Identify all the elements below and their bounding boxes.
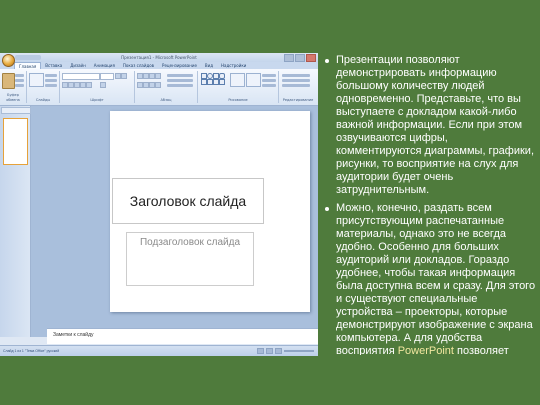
status-text: Слайд 1 из 1 "Тема Office" русский <box>3 349 60 353</box>
status-bar: Слайд 1 из 1 "Тема Office" русский <box>0 345 318 356</box>
font-name-box[interactable] <box>62 73 100 80</box>
editing-group: Редактирование <box>279 71 317 103</box>
pane-tabs[interactable] <box>1 107 31 114</box>
bullet-icon <box>325 59 329 63</box>
slide-subtitle: Подзаголовок слайда <box>139 237 241 248</box>
group-label: Редактирование <box>282 98 314 102</box>
powerpoint-highlight: PowerPoint <box>397 345 454 355</box>
tab-view[interactable]: Вид <box>201 62 217 69</box>
font-color-icon[interactable] <box>100 82 106 88</box>
bullet-icon <box>325 207 329 211</box>
window-title: Презентация1 - Microsoft PowerPoint <box>121 55 197 60</box>
quick-access-toolbar[interactable] <box>15 55 41 60</box>
window-title-bar: Презентация1 - Microsoft PowerPoint <box>0 53 318 62</box>
paste-icon[interactable] <box>2 73 15 89</box>
slides-pane <box>0 106 31 337</box>
group-label: Шрифт <box>90 98 104 102</box>
close-button[interactable] <box>306 54 316 62</box>
tab-review[interactable]: Рецензирование <box>158 62 201 69</box>
cut-icon[interactable] <box>15 74 24 77</box>
ribbon-tabs: Главная Вставка Дизайн Анимация Показ сл… <box>0 62 318 69</box>
zoom-slider[interactable] <box>284 350 314 352</box>
reset-button[interactable] <box>45 79 57 82</box>
tab-insert[interactable]: Вставка <box>41 62 66 69</box>
quick-styles-icon[interactable] <box>246 73 261 87</box>
copy-icon[interactable] <box>15 79 24 82</box>
tab-slideshow[interactable]: Показ слайдов <box>119 62 158 69</box>
tab-design[interactable]: Дизайн <box>66 62 90 69</box>
arrange-icon[interactable] <box>230 73 245 87</box>
shrink-font-icon[interactable] <box>121 73 127 79</box>
format-painter-icon[interactable] <box>15 84 24 87</box>
bullet-paragraph-1: Презентации позволяют демонстрировать ин… <box>322 54 536 197</box>
clipboard-group: Буфер обмена <box>0 71 27 103</box>
slides-group: Слайды <box>27 71 60 103</box>
tab-animation[interactable]: Анимация <box>90 62 119 69</box>
slide-thumbnail-1[interactable] <box>3 118 28 165</box>
shape-effects-button[interactable] <box>262 84 276 87</box>
shape-outline-button[interactable] <box>262 79 276 82</box>
notes-placeholder: Заметки к слайду <box>53 332 94 338</box>
text-direction-button[interactable] <box>167 74 193 77</box>
group-label: Слайды <box>35 98 51 102</box>
tab-addins[interactable]: Надстройки <box>217 62 250 69</box>
group-label: Абзац <box>160 98 172 102</box>
slideshow-view-icon[interactable] <box>275 348 282 354</box>
replace-button[interactable] <box>282 79 310 82</box>
shape-fill-button[interactable] <box>262 74 276 77</box>
group-label: Рисование <box>228 98 248 102</box>
shape-callout-icon[interactable] <box>219 79 225 85</box>
paragraph-1-text: Презентации позволяют демонстрировать ин… <box>336 54 535 196</box>
window-controls <box>284 54 316 62</box>
notes-pane[interactable]: Заметки к слайду <box>47 328 318 344</box>
view-controls <box>257 348 314 354</box>
paragraph-group: Абзац <box>135 71 198 103</box>
font-group: Шрифт <box>60 71 135 103</box>
bullet-paragraph-2: Можно, конечно, раздать всем присутствую… <box>322 202 536 355</box>
paragraph-2-start: Можно, конечно, раздать всем присутствую… <box>336 202 536 355</box>
smartart-button[interactable] <box>167 84 193 87</box>
layout-button[interactable] <box>45 74 57 77</box>
shadow-icon[interactable] <box>86 82 92 88</box>
font-size-box[interactable] <box>100 73 114 80</box>
normal-view-icon[interactable] <box>257 348 264 354</box>
slide-title-placeholder[interactable]: Заголовок слайда <box>112 178 264 224</box>
align-text-button[interactable] <box>167 79 193 82</box>
maximize-button[interactable] <box>295 54 305 62</box>
new-slide-icon[interactable] <box>29 73 44 87</box>
delete-slide-button[interactable] <box>45 84 57 87</box>
office-button[interactable] <box>2 54 15 67</box>
find-button[interactable] <box>282 74 310 77</box>
justify-icon[interactable] <box>155 82 161 88</box>
minimize-button[interactable] <box>284 54 294 62</box>
sorter-view-icon[interactable] <box>266 348 273 354</box>
tab-home[interactable]: Главная <box>14 62 42 69</box>
group-label: Буфер обмена <box>6 93 20 102</box>
drawing-group: Рисование <box>198 71 279 103</box>
slide-subtitle-placeholder[interactable]: Подзаголовок слайда <box>126 232 254 286</box>
increase-indent-icon[interactable] <box>155 73 161 79</box>
ribbon: Буфер обмена Слайды Шрифт Абзац Рисовани… <box>0 69 318 106</box>
select-button[interactable] <box>282 84 310 87</box>
slide-title: Заголовок слайда <box>129 193 247 209</box>
text-column: Презентации позволяют демонстрировать ин… <box>322 54 536 355</box>
